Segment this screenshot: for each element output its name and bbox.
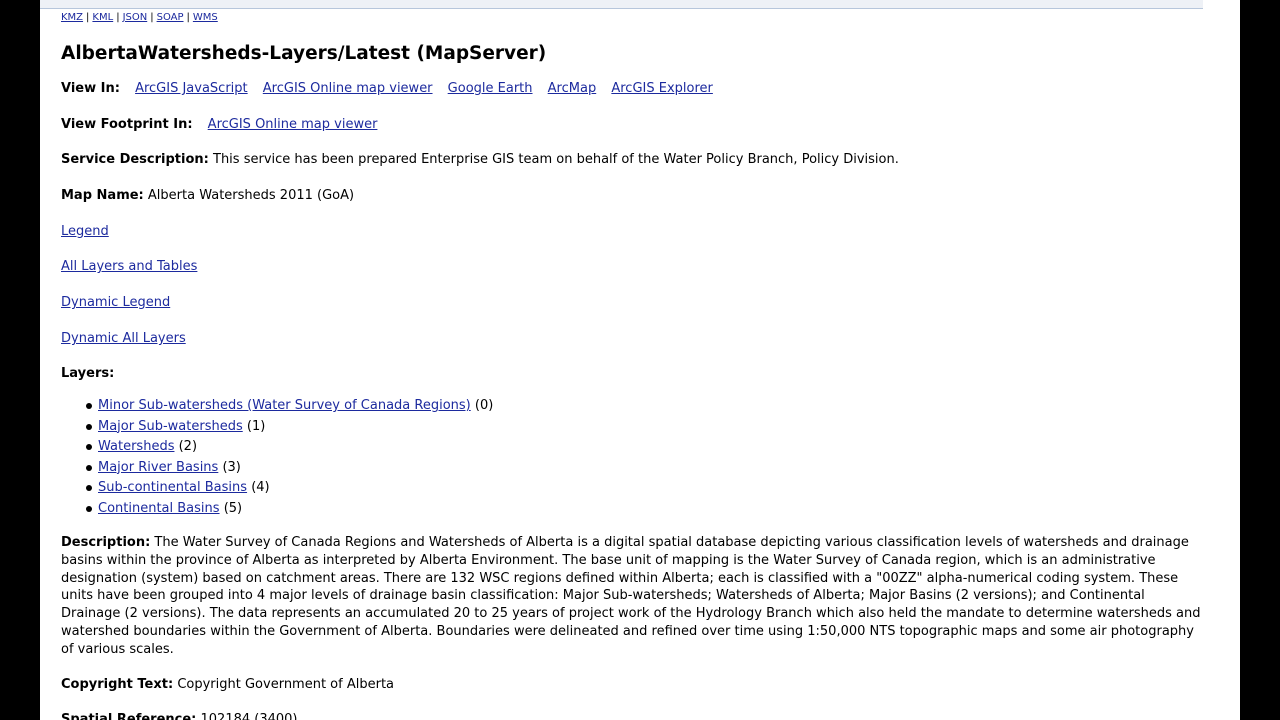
service-description-label: Service Description: [61, 152, 209, 167]
arcmap-link[interactable]: ArcMap [548, 81, 597, 96]
layer-id: (1) [246, 418, 266, 434]
description-block: Description: The Water Survey of Canada … [61, 534, 1206, 659]
spatial-reference-row: Spatial Reference: 102184 (3400) [61, 712, 298, 720]
dynamic-legend-link[interactable]: Dynamic Legend [61, 295, 170, 310]
copyright-label: Copyright Text: [61, 677, 174, 692]
list-item: Continental Basins (5) [82, 499, 493, 520]
description-text: The Water Survey of Canada Regions and W… [61, 535, 1201, 657]
arcgis-explorer-link[interactable]: ArcGIS Explorer [611, 81, 713, 96]
separator: | [86, 12, 90, 23]
layer-id: (2) [178, 439, 198, 455]
list-item: Major River Basins (3) [82, 458, 493, 479]
bullet-icon [86, 423, 92, 430]
layer-id: (4) [251, 480, 270, 496]
dynamic-all-layers-row: Dynamic All Layers [61, 331, 186, 346]
google-earth-link[interactable]: Google Earth [448, 81, 533, 96]
map-name-row: Map Name: Alberta Watersheds 2011 (GoA) [61, 188, 354, 203]
dynamic-legend-row: Dynamic Legend [61, 295, 170, 310]
layers-heading: Layers: [61, 366, 114, 381]
layer-link[interactable]: Sub-continental Basins [98, 480, 247, 495]
separator: | [116, 12, 120, 23]
dynamic-all-layers-link[interactable]: Dynamic All Layers [61, 331, 186, 346]
layers-list: Minor Sub-watersheds (Water Survey of Ca… [82, 396, 493, 520]
layer-link[interactable]: Major Sub-watersheds [98, 419, 243, 434]
view-footprint-row: View Footprint In: ArcGIS Online map vie… [61, 117, 377, 132]
format-links: KMZ | KML | JSON | SOAP | WMS [61, 12, 218, 23]
kmz-link[interactable]: KMZ [61, 12, 83, 23]
separator: | [150, 12, 154, 23]
list-item: Sub-continental Basins (4) [82, 478, 493, 499]
copyright-row: Copyright Text: Copyright Government of … [61, 677, 394, 692]
bullet-icon [86, 485, 92, 492]
layer-id: (3) [222, 459, 241, 475]
all-layers-row: All Layers and Tables [61, 259, 197, 274]
kml-link[interactable]: KML [92, 12, 113, 23]
spatial-reference-label: Spatial Reference: [61, 712, 197, 720]
separator: | [186, 12, 190, 23]
service-description-text: This service has been prepared Enterpris… [213, 152, 899, 167]
soap-link[interactable]: SOAP [157, 12, 184, 23]
all-layers-link[interactable]: All Layers and Tables [61, 259, 197, 274]
legend-row: Legend [61, 224, 109, 239]
list-item: Watersheds (2) [82, 437, 493, 458]
page-title: AlbertaWatersheds-Layers/Latest (MapServ… [61, 43, 547, 64]
layer-link[interactable]: Minor Sub-watersheds (Water Survey of Ca… [98, 398, 471, 413]
layers-label: Layers: [61, 366, 115, 381]
description-label: Description: [61, 535, 151, 550]
list-item: Major Sub-watersheds (1) [82, 417, 493, 438]
view-footprint-label: View Footprint In: [61, 117, 193, 132]
layer-id: (5) [223, 500, 243, 516]
wms-link[interactable]: WMS [193, 12, 218, 23]
copyright-text: Copyright Government of Alberta [177, 677, 395, 692]
layer-id: (0) [474, 398, 494, 413]
map-name-text: Alberta Watersheds 2011 (GoA) [147, 188, 355, 203]
legend-link[interactable]: Legend [61, 224, 109, 239]
footprint-online-viewer-link[interactable]: ArcGIS Online map viewer [208, 117, 378, 132]
layer-link[interactable]: Continental Basins [98, 501, 220, 516]
top-banner [40, 0, 1203, 9]
arcgis-online-viewer-link[interactable]: ArcGIS Online map viewer [263, 81, 433, 96]
service-description-row: Service Description: This service has be… [61, 152, 899, 167]
list-item: Minor Sub-watersheds (Water Survey of Ca… [82, 396, 493, 417]
bullet-icon [86, 505, 92, 512]
arcgis-javascript-link[interactable]: ArcGIS JavaScript [135, 81, 248, 96]
layer-link[interactable]: Watersheds [98, 439, 174, 454]
spatial-reference-text: 102184 (3400) [200, 712, 298, 720]
view-in-label: View In: [61, 81, 120, 96]
json-link[interactable]: JSON [123, 12, 148, 23]
layer-link[interactable]: Major River Basins [98, 460, 218, 475]
bullet-icon [86, 403, 92, 409]
bullet-icon [86, 444, 92, 451]
browser-page: KMZ | KML | JSON | SOAP | WMS AlbertaWatersheds-… [40, 0, 1240, 720]
view-in-row: View In: ArcGIS JavaScript ArcGIS Online… [61, 81, 713, 96]
map-name-label: Map Name: [61, 188, 144, 203]
bullet-icon [86, 464, 92, 471]
